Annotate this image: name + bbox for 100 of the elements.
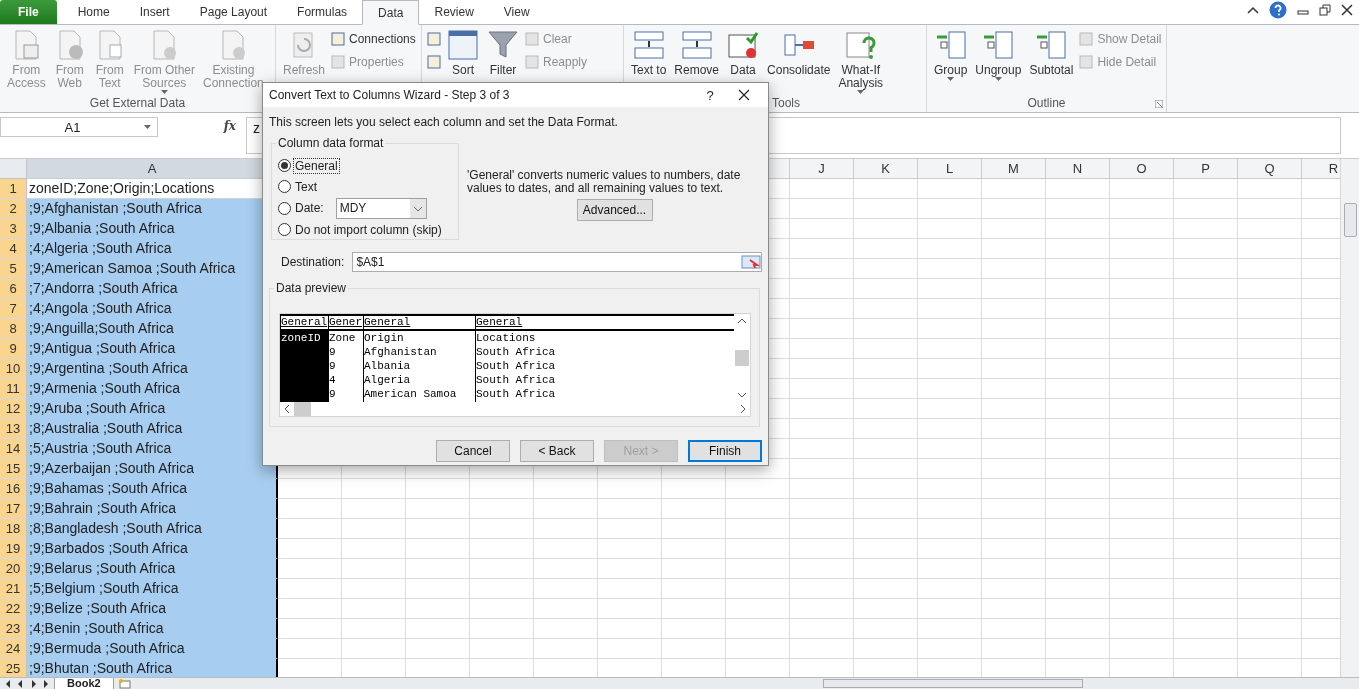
dialog-button[interactable]: Finish [688, 440, 762, 462]
restore-icon[interactable] [1319, 4, 1331, 16]
file-tab[interactable]: File [0, 0, 57, 24]
ribbon-tab[interactable]: Review [419, 0, 489, 24]
scroll-down-icon[interactable] [737, 392, 748, 398]
scrollbar-thumb[interactable] [1343, 203, 1357, 237]
ribbon-tab[interactable]: Insert [124, 0, 185, 24]
column-header[interactable]: K [854, 159, 918, 179]
column-header[interactable]: R [1302, 159, 1340, 179]
preview-column-header[interactable]: Gener [329, 314, 363, 331]
close-icon[interactable] [738, 89, 750, 101]
row-header[interactable]: 14 [0, 439, 27, 459]
date-format-dropdown[interactable]: MDY [335, 197, 427, 219]
radio-button[interactable] [278, 201, 291, 215]
row-header[interactable]: 10 [0, 359, 27, 379]
help-icon[interactable] [1269, 1, 1287, 19]
ribbon-tab[interactable]: Data [362, 0, 420, 25]
row-header[interactable]: 20 [0, 559, 27, 579]
row-header[interactable]: 22 [0, 599, 27, 619]
insert-function-button[interactable]: fx [162, 117, 242, 154]
row-header[interactable]: 5 [0, 259, 27, 279]
preview-column[interactable]: General Locations South Africa South Africa South Africa South Africa [475, 314, 735, 402]
row-header[interactable]: 6 [0, 279, 27, 299]
dialog-button[interactable]: < Back [520, 440, 594, 462]
column-header[interactable]: L [918, 159, 982, 179]
name-box[interactable]: A1 [0, 117, 158, 137]
sheet-navigation-icon[interactable] [4, 679, 50, 688]
scroll-left-icon[interactable] [284, 404, 290, 414]
row-header[interactable]: 19 [0, 539, 27, 559]
column-header[interactable]: M [982, 159, 1046, 179]
radio-button[interactable] [278, 159, 291, 172]
column-header[interactable]: O [1110, 159, 1174, 179]
scroll-right-icon[interactable] [740, 404, 746, 414]
row-header[interactable]: 23 [0, 619, 27, 639]
radio-label[interactable]: Date: [293, 200, 326, 216]
row-header[interactable]: 9 [0, 339, 27, 359]
table-cell[interactable]: ;9;Bhutan ;South Africa [27, 659, 278, 677]
sheet-tab[interactable]: Book2 [54, 677, 114, 689]
dialog-button[interactable]: Cancel [436, 440, 510, 462]
table-cell[interactable]: ;9;Belarus ;South Africa [27, 559, 278, 579]
ribbon-tab[interactable]: View [488, 0, 545, 24]
column-header[interactable]: N [1046, 159, 1110, 179]
radio-label[interactable]: Do not import column (skip) [293, 221, 444, 238]
collapse-icon[interactable] [1247, 6, 1259, 14]
vertical-scrollbar[interactable] [1340, 159, 1359, 677]
ribbon-button[interactable]: Subtotal [1026, 27, 1077, 96]
destination-field[interactable]: $A$1 [352, 252, 762, 272]
table-cell[interactable]: ;5;Belgium ;South Africa [27, 579, 278, 599]
row-header[interactable]: 11 [0, 379, 27, 399]
row-header[interactable]: 17 [0, 499, 27, 519]
preview-column[interactable]: Gener Zone 9 9 4 9 [328, 314, 363, 402]
ribbon-button[interactable]: Group [931, 27, 971, 96]
table-cell[interactable]: ;9;Bermuda ;South Africa [27, 639, 278, 659]
ribbon-button[interactable]: Consolidate [764, 27, 834, 96]
row-header[interactable]: 4 [0, 239, 27, 259]
ribbon-tab[interactable]: Page Layout [184, 0, 283, 24]
ribbon-button[interactable]: What-If Analysis [835, 27, 887, 96]
ribbon-tab[interactable]: Home [62, 0, 125, 24]
table-cell[interactable]: ;9;Bahrain ;South Africa [27, 499, 278, 519]
table-cell[interactable]: ;4;Benin ;South Africa [27, 619, 278, 639]
column-header[interactable]: P [1174, 159, 1238, 179]
dialog-launcher-icon[interactable] [1155, 100, 1163, 108]
preview-column-header[interactable]: General [364, 314, 475, 331]
preview-column[interactable]: General zoneID [280, 314, 328, 402]
advanced-button[interactable]: Advanced... [576, 199, 653, 221]
row-header[interactable]: 8 [0, 319, 27, 339]
row-header[interactable]: 7 [0, 299, 27, 319]
preview-column-header[interactable]: General [281, 314, 328, 331]
row-header[interactable]: 24 [0, 639, 27, 659]
scroll-up-icon[interactable] [737, 318, 748, 324]
close-icon[interactable] [1341, 4, 1353, 16]
radio-button[interactable] [278, 223, 291, 236]
preview-column[interactable]: General Origin Afghanistan Albania Algeria American Samoa [363, 314, 475, 402]
table-cell[interactable]: ;9;Azerbaijan ;South Africa [27, 459, 278, 479]
row-header[interactable]: 15 [0, 459, 27, 479]
row-header[interactable]: 1 [0, 179, 27, 199]
ribbon-button[interactable]: Connections [330, 29, 416, 49]
row-header[interactable]: 3 [0, 219, 27, 239]
radio-label[interactable]: General [293, 157, 340, 174]
preview-column-header[interactable]: General [476, 314, 735, 331]
ribbon-tab[interactable]: Formulas [282, 0, 363, 24]
table-cell[interactable]: ;9;Barbados ;South Africa [27, 539, 278, 559]
column-header[interactable]: Q [1238, 159, 1302, 179]
row-header[interactable]: 2 [0, 199, 27, 219]
ribbon-button[interactable]: Text to [628, 27, 670, 96]
row-header[interactable]: 25 [0, 659, 27, 677]
radio-button[interactable] [278, 180, 291, 193]
row-header[interactable]: 21 [0, 579, 27, 599]
table-cell[interactable]: ;9;Belize ;South Africa [27, 599, 278, 619]
column-header[interactable]: J [790, 159, 854, 179]
scrollbar-thumb[interactable] [823, 679, 1083, 688]
row-header[interactable]: 13 [0, 419, 27, 439]
ribbon-button[interactable]: Ungroup [972, 27, 1025, 96]
row-header[interactable]: 12 [0, 399, 27, 419]
range-picker-icon[interactable] [741, 254, 761, 270]
row-header[interactable]: 18 [0, 519, 27, 539]
table-cell[interactable]: ;9;Bahamas ;South Africa [27, 479, 278, 499]
row-header[interactable]: 16 [0, 479, 27, 499]
scrollbar-thumb[interactable] [294, 402, 311, 416]
table-cell[interactable]: ;8;Bangladesh ;South Africa [27, 519, 278, 539]
